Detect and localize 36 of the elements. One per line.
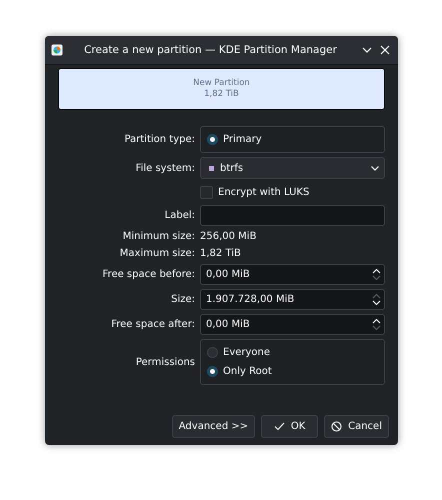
spin-box[interactable]: 1.907.728,00 MiB [200, 289, 385, 310]
radio-button[interactable] [207, 347, 218, 358]
radio-button[interactable] [207, 366, 218, 377]
field-label: Free space after: [110, 319, 195, 330]
file-system-dropdown[interactable]: btrfs [200, 157, 385, 179]
cancel-icon [331, 421, 342, 432]
app-icon [51, 44, 63, 56]
radio-label: Only Root [223, 366, 272, 377]
spin-box[interactable]: 0,00 MiB [200, 264, 385, 285]
field-label: File system: [134, 162, 195, 174]
partition-name: New Partition [193, 78, 250, 89]
dialog-button[interactable]: Cancel [324, 415, 389, 438]
chevron-down-icon [370, 163, 380, 173]
dialog-button[interactable]: OK [261, 415, 318, 438]
window-title: Create a new partition — KDE Partition Manager [83, 44, 338, 56]
size-value: 256,00 MiB [200, 230, 258, 243]
field-label: Permissions [134, 356, 195, 368]
label-input[interactable] [200, 205, 385, 226]
partition-size: 1,82 TiB [204, 89, 239, 100]
close-icon [380, 45, 390, 55]
radio-button[interactable] [207, 134, 218, 145]
size-value: 1,82 TiB [200, 247, 242, 260]
spin-box[interactable]: 0,00 MiB [200, 314, 385, 335]
field-label: Maximum size: [118, 247, 195, 260]
field-label: Label: [164, 210, 195, 221]
field-label: Size: [170, 294, 195, 305]
field-label: Minimum size: [122, 230, 195, 243]
field-label: Partition type: [123, 134, 195, 145]
field-label: Free space before: [102, 269, 195, 280]
chevron-down-icon [362, 45, 372, 55]
checkbox[interactable] [200, 186, 213, 198]
checkbox-label: Encrypt with LUKS [218, 186, 310, 198]
dialog-button[interactable]: Advanced >> [172, 415, 256, 438]
radio-label: Primary [223, 134, 262, 145]
check-icon [274, 421, 285, 432]
radio-label: Everyone [223, 347, 270, 358]
